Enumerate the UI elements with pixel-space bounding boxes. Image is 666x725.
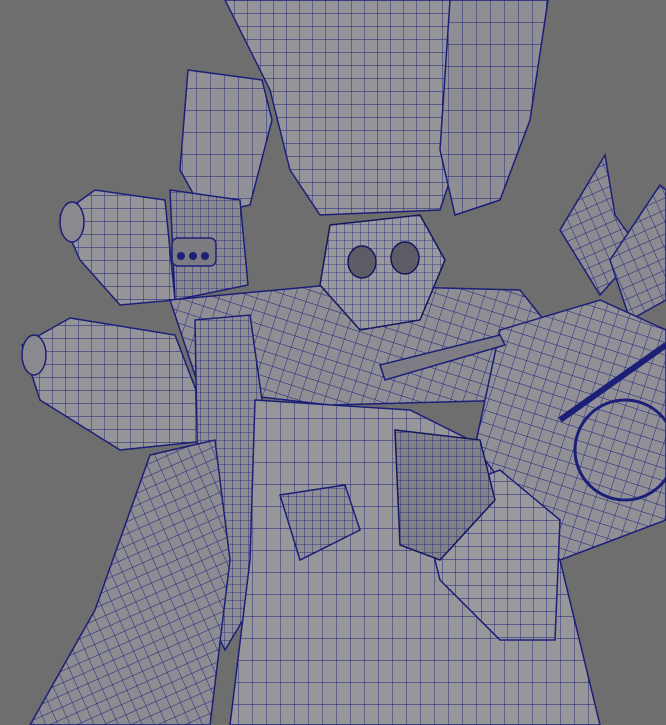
coat-tail-mesh (29, 439, 231, 725)
wireframe-model-scene (21, 0, 666, 725)
upper-barrel-mesh (59, 189, 176, 306)
3d-viewport[interactable] (0, 0, 666, 725)
horn-ornament-mesh (559, 152, 666, 322)
right-arm-mesh (439, 0, 549, 216)
left-bracer-mesh (169, 69, 273, 301)
